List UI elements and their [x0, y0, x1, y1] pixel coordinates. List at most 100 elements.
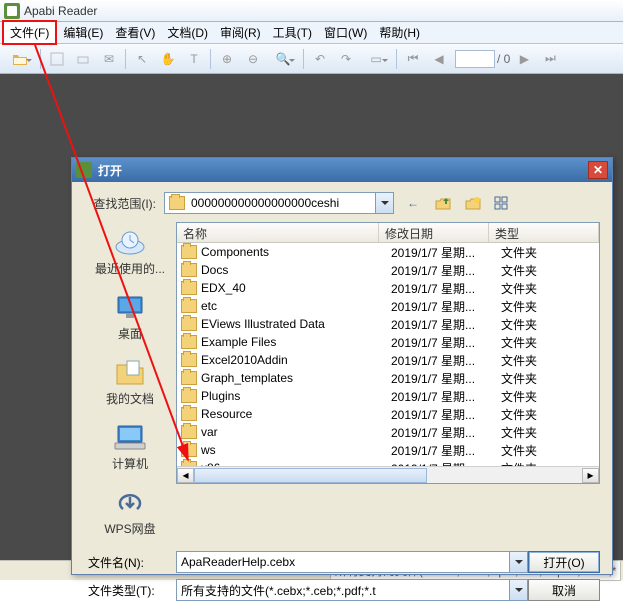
menu-item[interactable]: 工具(T): [267, 22, 318, 43]
menu-item[interactable]: 编辑(E): [57, 22, 109, 43]
list-item[interactable]: Example Files2019/1/7 星期...文件夹: [177, 333, 599, 351]
file-date: 2019/1/7 星期...: [391, 406, 501, 423]
up-button[interactable]: [432, 192, 454, 214]
list-item[interactable]: Resource2019/1/7 星期...文件夹: [177, 405, 599, 423]
next-page-button[interactable]: ▶: [512, 47, 536, 71]
zoom-in-button[interactable]: ⊕: [215, 47, 239, 71]
place-label: WPS网盘: [104, 520, 155, 537]
menu-item[interactable]: 窗口(W): [318, 22, 373, 43]
folder-icon: [181, 281, 197, 295]
toolbar-separator: [125, 49, 126, 69]
file-name: Plugins: [201, 389, 391, 403]
app-icon: [4, 3, 20, 19]
scroll-right-button[interactable]: ▸: [582, 468, 599, 483]
list-item[interactable]: Excel2010Addin2019/1/7 星期...文件夹: [177, 351, 599, 369]
mail-button[interactable]: ✉: [97, 47, 121, 71]
file-name: etc: [201, 299, 391, 313]
filetype-label: 文件类型(T):: [84, 582, 176, 599]
open-button[interactable]: [4, 47, 36, 71]
filename-combo[interactable]: ApaReaderHelp.cebx: [176, 551, 528, 573]
hand-tool[interactable]: ✋: [156, 47, 180, 71]
file-type: 文件夹: [501, 370, 595, 387]
chevron-down-icon[interactable]: [509, 552, 527, 572]
file-type: 文件夹: [501, 316, 595, 333]
page-input[interactable]: [455, 50, 495, 68]
filetype-combo[interactable]: 所有支持的文件(*.cebx;*.ceb;*.pdf;*.t: [176, 579, 528, 601]
menu-item[interactable]: 审阅(R): [214, 22, 267, 43]
file-type: 文件夹: [501, 388, 595, 405]
page-box: / 0: [455, 50, 510, 68]
prev-page-button[interactable]: ◀: [427, 47, 451, 71]
toolbar-separator: [210, 49, 211, 69]
file-name: Resource: [201, 407, 391, 421]
folder-icon: [181, 317, 197, 331]
list-item[interactable]: Docs2019/1/7 星期...文件夹: [177, 261, 599, 279]
text-tool[interactable]: T: [182, 47, 206, 71]
new-folder-button[interactable]: [462, 192, 484, 214]
place-wps[interactable]: WPS网盘: [94, 486, 166, 537]
list-item[interactable]: ws2019/1/7 星期...文件夹: [177, 441, 599, 459]
print-button[interactable]: [71, 47, 95, 71]
file-type: 文件夹: [501, 262, 595, 279]
folder-icon: [181, 299, 197, 313]
close-icon[interactable]: ✕: [588, 161, 608, 179]
wps-icon: [112, 486, 148, 518]
file-type: 文件夹: [501, 298, 595, 315]
menu-item[interactable]: 文档(D): [161, 22, 214, 43]
last-page-button[interactable]: ⏭: [538, 47, 562, 71]
file-type: 文件夹: [501, 424, 595, 441]
file-type: 文件夹: [501, 280, 595, 297]
place-label: 计算机: [112, 455, 148, 472]
zoom-combo[interactable]: 🔍: [267, 47, 299, 71]
chevron-down-icon[interactable]: [375, 193, 393, 213]
file-name: Docs: [201, 263, 391, 277]
folder-icon: [181, 371, 197, 385]
save-button[interactable]: [45, 47, 69, 71]
back-button[interactable]: ←: [402, 192, 424, 214]
desktop-icon: [112, 291, 148, 323]
list-item[interactable]: x862019/1/7 星期...文件夹: [177, 459, 599, 466]
rotate-right-button[interactable]: ↷: [334, 47, 358, 71]
menu-item[interactable]: 查看(V): [109, 22, 161, 43]
list-item[interactable]: var2019/1/7 星期...文件夹: [177, 423, 599, 441]
view-menu-button[interactable]: [492, 192, 514, 214]
cancel-button[interactable]: 取消: [528, 579, 600, 601]
place-recent[interactable]: 最近使用的...: [94, 226, 166, 277]
pointer-tool[interactable]: ↖: [130, 47, 154, 71]
place-computer[interactable]: 计算机: [94, 421, 166, 472]
col-name[interactable]: 名称: [177, 223, 379, 242]
col-type[interactable]: 类型: [489, 223, 599, 242]
list-item[interactable]: etc2019/1/7 星期...文件夹: [177, 297, 599, 315]
view-mode-button[interactable]: ▭: [360, 47, 392, 71]
toolbar-separator: [40, 49, 41, 69]
list-item[interactable]: Components2019/1/7 星期...文件夹: [177, 243, 599, 261]
dialog-title: 打开: [98, 162, 588, 179]
list-item[interactable]: EDX_402019/1/7 星期...文件夹: [177, 279, 599, 297]
lookin-label: 查找范围(I):: [84, 195, 164, 212]
first-page-button[interactable]: ⏮: [401, 47, 425, 71]
list-item[interactable]: EViews Illustrated Data2019/1/7 星期...文件夹: [177, 315, 599, 333]
col-date[interactable]: 修改日期: [379, 223, 489, 242]
file-list: 名称 修改日期 类型 Components2019/1/7 星期...文件夹Do…: [176, 222, 600, 484]
rotate-left-button[interactable]: ↶: [308, 47, 332, 71]
open-button[interactable]: 打开(O): [528, 551, 600, 573]
list-item[interactable]: Graph_templates2019/1/7 星期...文件夹: [177, 369, 599, 387]
dialog-title-bar[interactable]: 打开 ✕: [72, 158, 612, 182]
horizontal-scrollbar[interactable]: ◂ ▸: [177, 466, 599, 483]
file-date: 2019/1/7 星期...: [391, 244, 501, 261]
zoom-out-button[interactable]: ⊖: [241, 47, 265, 71]
open-dialog: 打开 ✕ 查找范围(I): 000000000000000000ceshi ← …: [71, 157, 613, 575]
place-mydocs[interactable]: 我的文档: [94, 356, 166, 407]
scroll-thumb[interactable]: [194, 468, 427, 483]
file-name: Example Files: [201, 335, 391, 349]
file-name: Excel2010Addin: [201, 353, 391, 367]
chevron-down-icon[interactable]: [509, 580, 527, 600]
menu-item[interactable]: 文件(F): [2, 20, 57, 45]
menu-item[interactable]: 帮助(H): [373, 22, 426, 43]
scroll-left-button[interactable]: ◂: [177, 468, 194, 483]
list-item[interactable]: Plugins2019/1/7 星期...文件夹: [177, 387, 599, 405]
file-name: var: [201, 425, 391, 439]
place-desktop[interactable]: 桌面: [94, 291, 166, 342]
lookin-combo[interactable]: 000000000000000000ceshi: [164, 192, 394, 214]
folder-icon: [181, 263, 197, 277]
